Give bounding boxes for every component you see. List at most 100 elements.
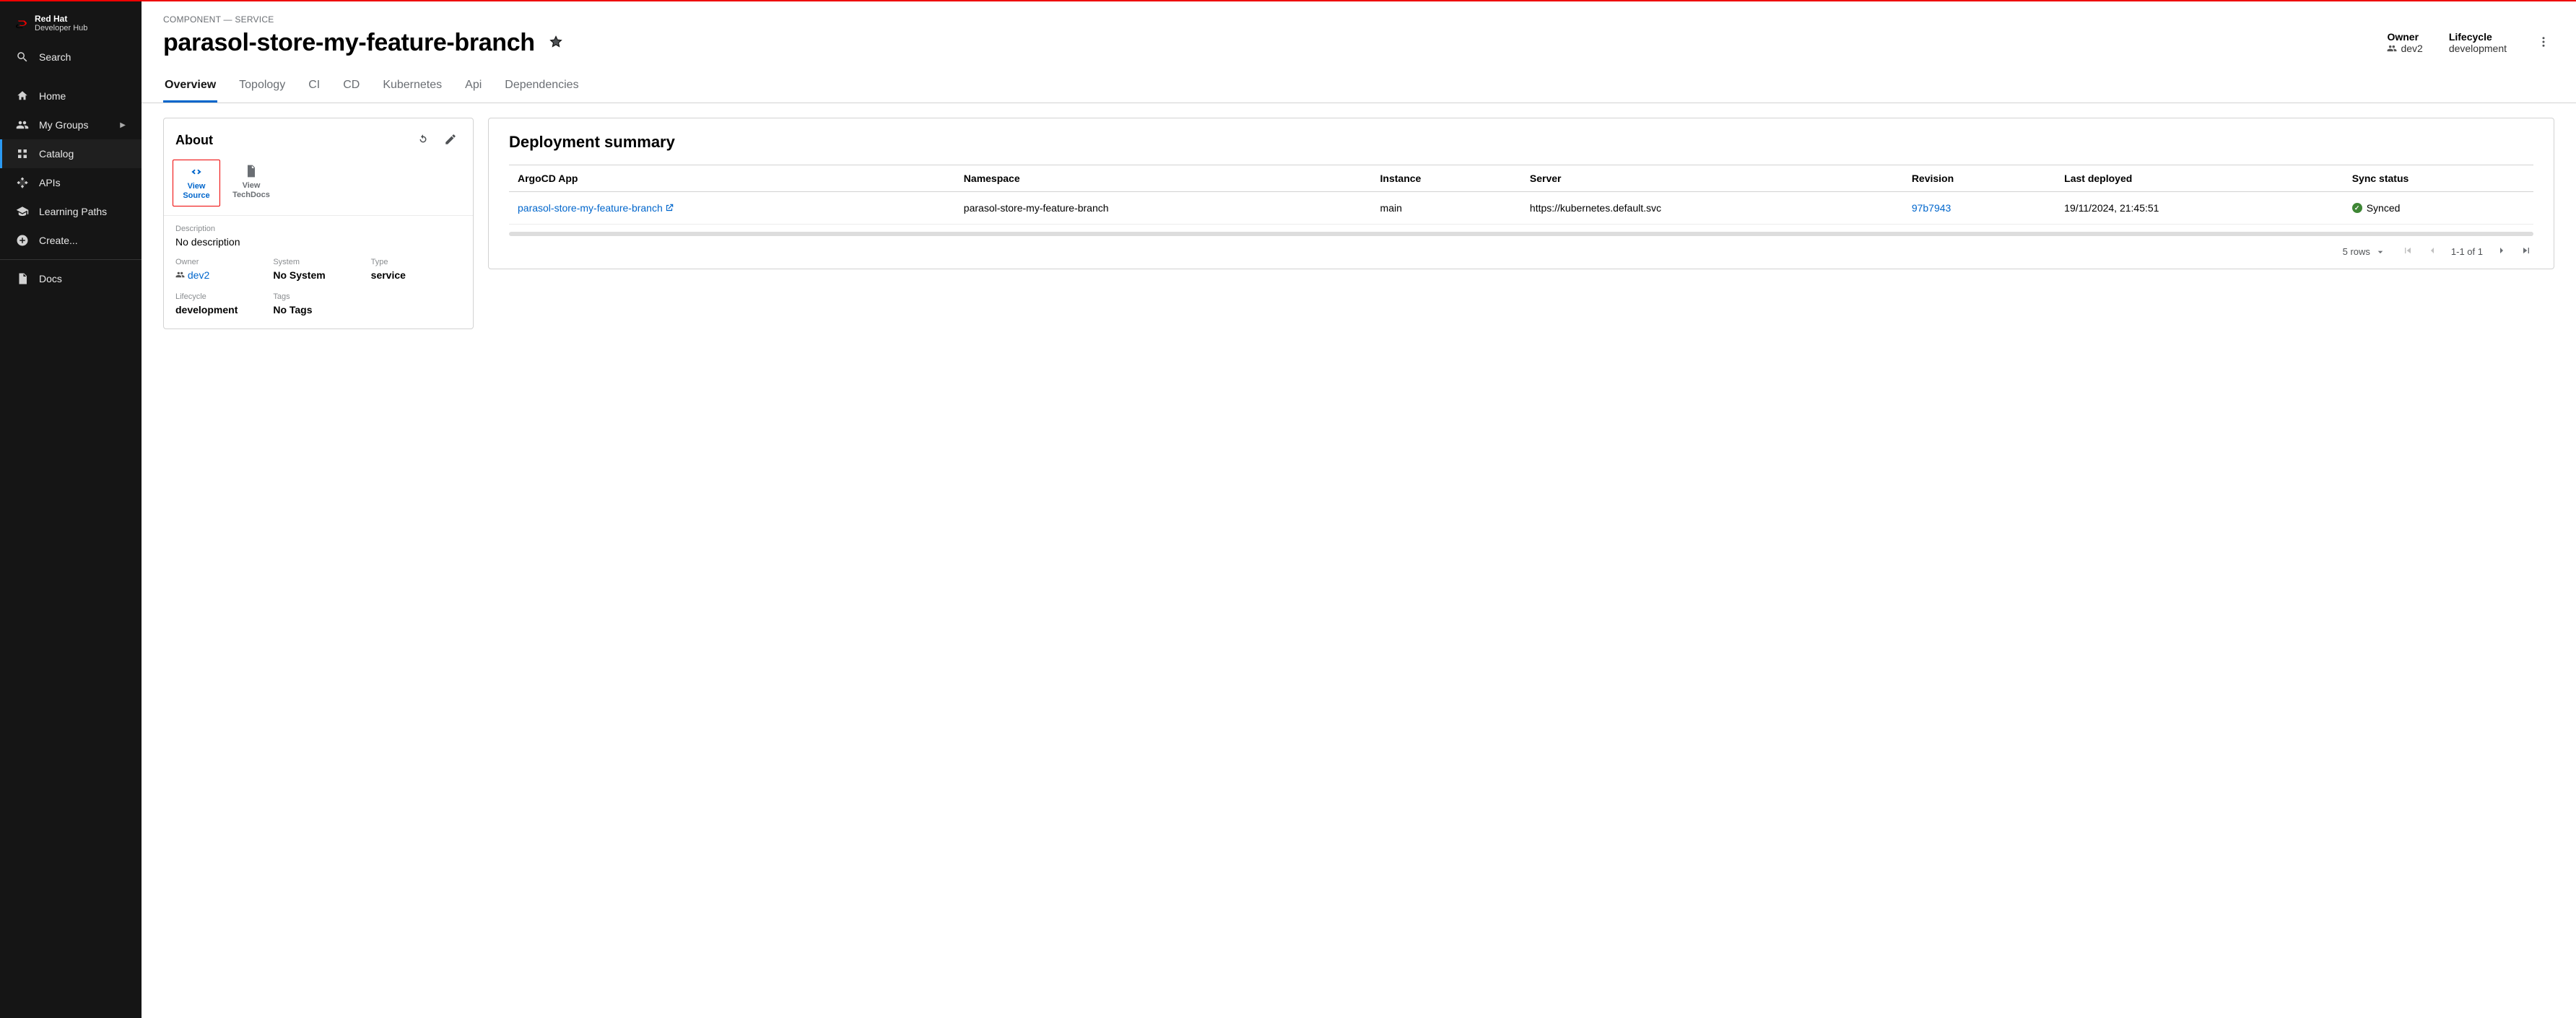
apis-icon (16, 176, 29, 189)
deployment-title: Deployment summary (509, 133, 2533, 152)
cell-server: https://kubernetes.default.svc (1521, 192, 1903, 225)
tags-label: Tags (273, 292, 363, 301)
tab-overview[interactable]: Overview (163, 70, 217, 103)
deployment-card: Deployment summary ArgoCD App Namespace … (488, 118, 2554, 269)
lifecycle-label: Lifecycle (2449, 31, 2507, 43)
next-page-button[interactable] (2496, 245, 2507, 258)
docs-icon (16, 272, 29, 285)
argocd-app-link[interactable]: parasol-store-my-feature-branch (518, 202, 674, 214)
owner-value[interactable]: dev2 (175, 269, 266, 281)
sidebar-item-home[interactable]: Home (0, 82, 142, 110)
nav-label: Catalog (39, 148, 74, 160)
tab-api[interactable]: Api (464, 70, 483, 103)
type-value: service (371, 269, 461, 281)
nav-label: Create... (39, 235, 78, 246)
more-actions-button[interactable] (2533, 31, 2554, 55)
external-link-icon (663, 202, 674, 214)
about-card: About View Source View TechDocs (163, 118, 474, 329)
sidebar-item-learning[interactable]: Learning Paths (0, 197, 142, 226)
group-icon (2387, 43, 2397, 53)
tab-dependencies[interactable]: Dependencies (503, 70, 580, 103)
chevron-down-icon (2375, 246, 2386, 258)
description-value: No description (175, 236, 461, 248)
brand-top: Red Hat (35, 14, 87, 24)
sidebar-item-create[interactable]: Create... (0, 226, 142, 255)
lifecycle-value: development (2449, 43, 2507, 54)
nav-label: APIs (39, 177, 61, 188)
brand: Red Hat Developer Hub (0, 12, 142, 43)
col-sync-status: Sync status (2344, 165, 2533, 192)
col-server: Server (1521, 165, 1903, 192)
table-pager: 5 rows 1-1 of 1 (509, 239, 2533, 258)
page-title: parasol-store-my-feature-branch (163, 29, 535, 57)
group-icon (16, 118, 29, 131)
search-nav[interactable]: Search (0, 43, 142, 71)
view-techdocs-link[interactable]: View TechDocs (227, 160, 275, 206)
col-last-deployed: Last deployed (2055, 165, 2344, 192)
tabs: Overview Topology CI CD Kubernetes Api D… (142, 70, 2576, 103)
owner-meta: Owner dev2 (2387, 31, 2422, 54)
deployment-table: ArgoCD App Namespace Instance Server Rev… (509, 165, 2533, 225)
refresh-icon (417, 133, 430, 146)
rows-per-page[interactable]: 5 rows (2343, 246, 2386, 258)
sidebar-item-mygroups[interactable]: My Groups ▶ (0, 110, 142, 139)
doc-icon (244, 164, 258, 178)
tab-kubernetes[interactable]: Kubernetes (381, 70, 443, 103)
view-source-link[interactable]: View Source (173, 160, 220, 206)
check-circle-icon (2352, 203, 2362, 213)
system-label: System (273, 258, 363, 266)
type-label: Type (371, 258, 461, 266)
nav-label: Docs (39, 273, 62, 284)
catalog-icon (16, 147, 29, 160)
sidebar-item-docs[interactable]: Docs (0, 264, 142, 293)
col-namespace: Namespace (955, 165, 1372, 192)
owner-value: dev2 (2401, 43, 2422, 54)
owner-label: Owner (175, 258, 266, 266)
view-techdocs-label: View TechDocs (230, 181, 272, 199)
revision-link[interactable]: 97b7943 (1912, 202, 1951, 214)
description-label: Description (175, 225, 461, 233)
nav-separator (0, 259, 142, 260)
prev-page-button[interactable] (2427, 245, 2438, 258)
breadcrumb: COMPONENT — SERVICE (163, 14, 2554, 25)
owner-label: Owner (2387, 31, 2422, 43)
first-page-button[interactable] (2402, 245, 2414, 258)
favorite-button[interactable] (545, 31, 567, 55)
lifecycle-meta: Lifecycle development (2449, 31, 2507, 54)
col-instance: Instance (1372, 165, 1521, 192)
tab-ci[interactable]: CI (307, 70, 321, 103)
col-app: ArgoCD App (509, 165, 955, 192)
view-source-label: View Source (176, 182, 217, 200)
edit-button[interactable] (440, 129, 461, 152)
create-icon (16, 234, 29, 247)
cell-namespace: parasol-store-my-feature-branch (955, 192, 1372, 225)
sync-status: Synced (2352, 202, 2525, 214)
group-icon (175, 270, 185, 279)
tab-topology[interactable]: Topology (238, 70, 287, 103)
about-title: About (175, 133, 213, 148)
kebab-icon (2537, 35, 2550, 48)
learning-icon (16, 205, 29, 218)
brand-bottom: Developer Hub (35, 24, 87, 32)
chevron-right-icon: ▶ (120, 121, 126, 129)
tab-cd[interactable]: CD (341, 70, 361, 103)
lifecycle-label: Lifecycle (175, 292, 266, 301)
lifecycle-value: development (175, 304, 266, 316)
star-outline-icon (549, 35, 562, 48)
code-icon (189, 165, 204, 179)
home-icon (16, 90, 29, 103)
nav-label: Home (39, 90, 66, 102)
main: COMPONENT — SERVICE parasol-store-my-fea… (142, 1, 2576, 1018)
refresh-button[interactable] (412, 129, 434, 152)
col-revision: Revision (1903, 165, 2055, 192)
pencil-icon (444, 133, 457, 146)
page-range: 1-1 of 1 (2451, 246, 2483, 257)
sidebar-item-catalog[interactable]: Catalog (0, 139, 142, 168)
table-row: parasol-store-my-feature-branch parasol-… (509, 192, 2533, 225)
sidebar: Red Hat Developer Hub Search Home My Gro… (0, 1, 142, 1018)
sidebar-item-apis[interactable]: APIs (0, 168, 142, 197)
nav-label: My Groups (39, 119, 88, 131)
cell-instance: main (1372, 192, 1521, 225)
last-page-button[interactable] (2520, 245, 2532, 258)
horizontal-scrollbar[interactable] (509, 232, 2533, 236)
